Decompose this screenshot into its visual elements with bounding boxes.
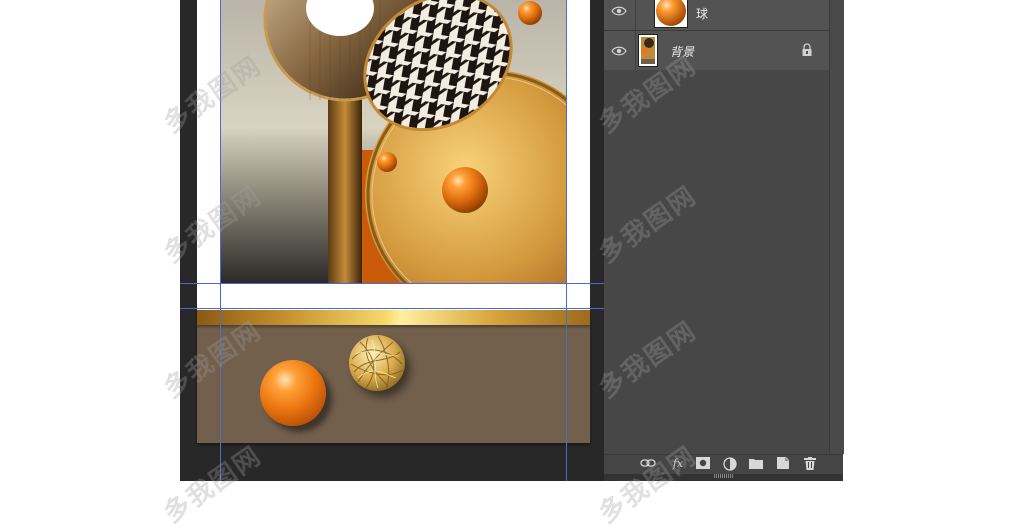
gold-wire-ball [348, 334, 406, 392]
layers-panel-footer: fx [604, 454, 843, 475]
gold-band-shadow [197, 325, 590, 329]
adjustment-layer-icon[interactable] [722, 457, 738, 471]
layer-name: 背景 [670, 45, 695, 59]
layer-divider [635, 0, 636, 30]
layers-list-empty-area[interactable] [604, 70, 829, 454]
delete-layer-icon[interactable] [802, 457, 818, 471]
new-layer-icon[interactable] [775, 457, 791, 471]
gold-band [197, 310, 590, 325]
new-group-icon[interactable] [748, 457, 764, 471]
eye-icon[interactable] [611, 43, 627, 57]
eye-icon[interactable] [611, 3, 627, 17]
layer-name: 球 [696, 7, 709, 21]
add-mask-icon[interactable] [695, 457, 711, 471]
layer-thumbnail [638, 34, 658, 67]
lock-icon [801, 42, 813, 56]
layer-row-background[interactable]: 背景 [604, 31, 829, 71]
link-layers-icon[interactable] [640, 457, 656, 471]
layer-thumbnail [654, 0, 688, 28]
horizontal-guide-bottom[interactable] [180, 308, 604, 309]
resize-grip[interactable] [714, 474, 734, 478]
orange-ball [260, 360, 326, 426]
vertical-guide-left[interactable] [220, 0, 221, 481]
fx-icon[interactable]: fx [668, 457, 688, 471]
layers-panel-scrollbar[interactable] [829, 0, 844, 454]
layer-divider [635, 31, 636, 70]
artwork-image [220, 0, 566, 283]
horizontal-guide-top[interactable] [180, 283, 604, 284]
vertical-guide-right[interactable] [566, 0, 567, 481]
layer-row-ball[interactable]: 球 [604, 0, 829, 31]
